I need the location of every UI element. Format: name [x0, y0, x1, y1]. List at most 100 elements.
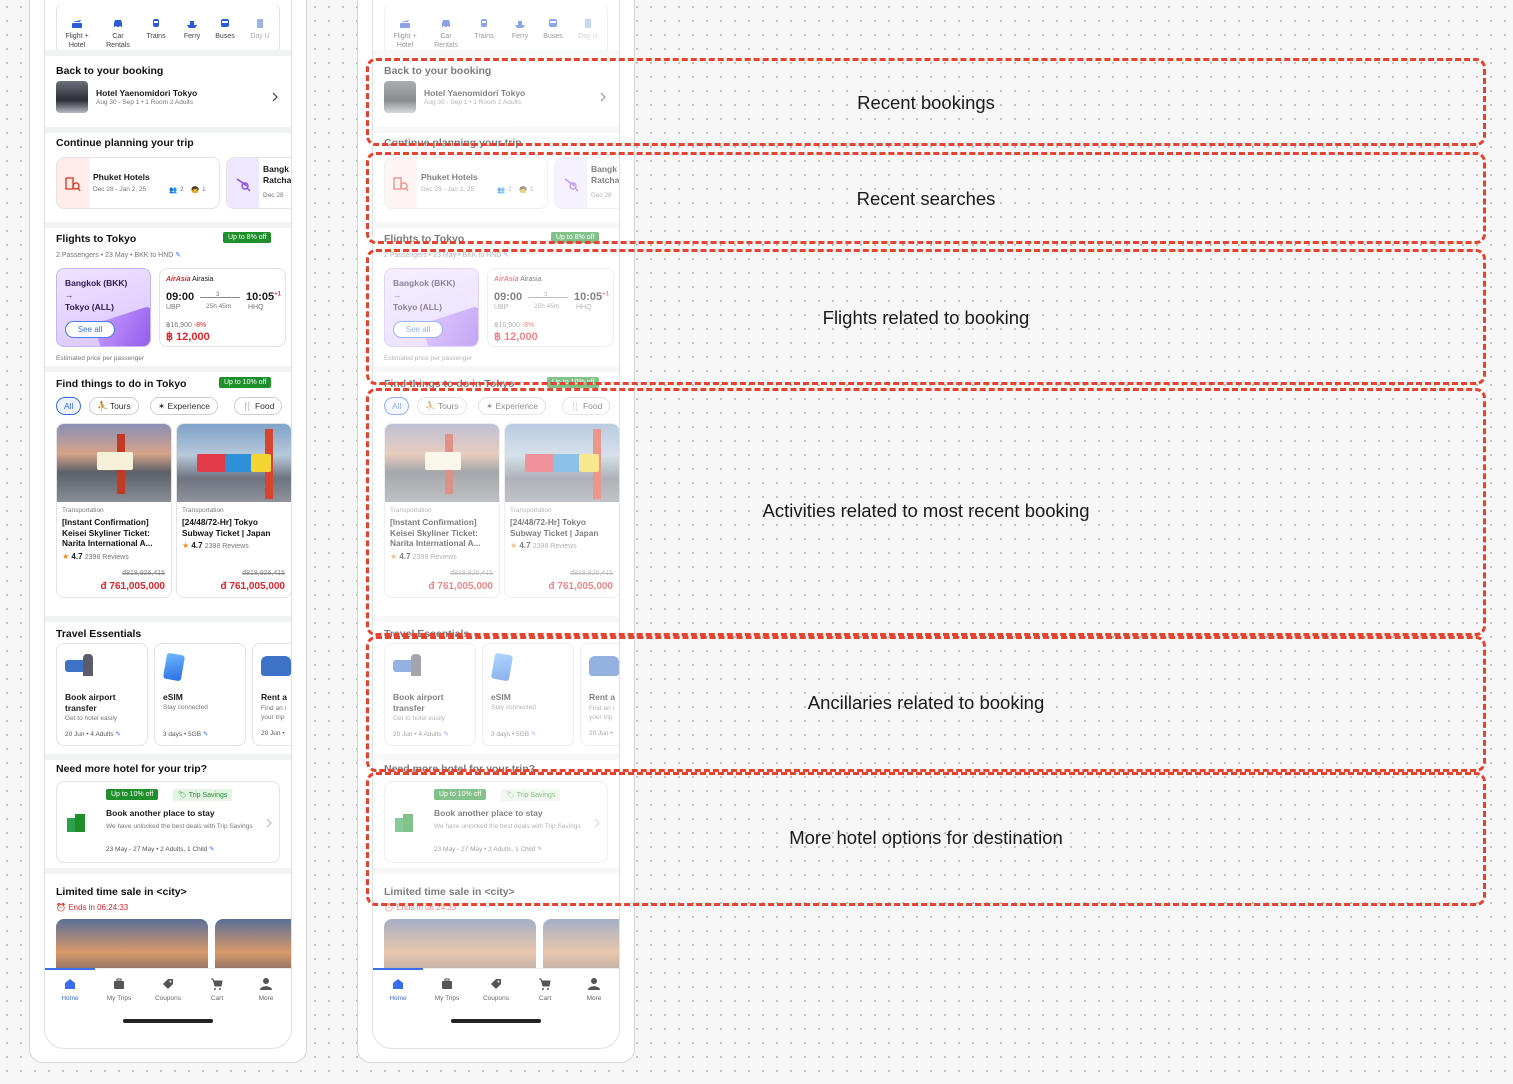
essential-card-esim[interactable]: eSIM Stay connected 3 days • 5GB ✎ [154, 643, 246, 746]
chip-food[interactable]: 🍴 Food [234, 397, 283, 415]
flight-search-icon [227, 158, 259, 208]
train-icon [481, 19, 487, 27]
annotation-label: Ancillaries related to booking [807, 692, 1045, 713]
tab-cart[interactable]: Cart [523, 977, 567, 1002]
flight-promo-card[interactable]: Bangkok (BKK) → Tokyo (ALL) See all [56, 268, 151, 347]
train-icon [153, 19, 159, 27]
category-car-rentals[interactable]: Car Rentals [427, 18, 465, 50]
old-price: đ818,926,415 [242, 570, 285, 577]
cart-icon [211, 978, 223, 990]
activity-price: đ 761,005,000 [100, 581, 166, 592]
chevron-right-icon [266, 818, 272, 828]
essential-title: Rent a [261, 692, 287, 702]
essential-card-rent-car[interactable]: Rent a Find an i your trip 20 Jun • [252, 643, 291, 746]
airline-logo-icon: AirAsia [166, 276, 191, 283]
ferry-icon [515, 21, 525, 28]
hotel-thumbnail [56, 81, 88, 113]
more-hotel-card[interactable]: Up to 10% off 🏷 Trip Savings Book anothe… [56, 781, 280, 863]
annotation-label: Activities related to most recent bookin… [762, 500, 1090, 521]
category-buses[interactable]: Buses [534, 18, 572, 41]
chip-tours[interactable]: ⛹ Tours [89, 397, 139, 415]
discount-badge: Up to 8% off [223, 232, 272, 243]
category-flight-hotel[interactable]: Flight + Hotel [386, 18, 424, 50]
tab-more[interactable]: More [244, 977, 288, 1002]
tab-home[interactable]: Home [376, 977, 420, 1002]
phone-screen: Flight + Hotel Car Rentals Trains Ferry … [44, 0, 292, 1049]
tab-cart[interactable]: Cart [195, 977, 239, 1002]
essentials-section: Travel Essentials Book airport transfer … [45, 622, 291, 755]
category-flight-hotel[interactable]: Flight + Hotel [58, 18, 96, 50]
section-title: Find things to do in Tokyo [56, 378, 187, 390]
section-title: Back to your booking [56, 65, 164, 77]
tours-icon: ⛹ [97, 401, 108, 411]
category-label: Buses [215, 33, 235, 40]
category-label: Car Rentals [106, 33, 130, 49]
annotation-label: More hotel options for destination [789, 827, 1063, 848]
activity-card[interactable]: Transportation [Instant Confirmation] Ke… [56, 423, 172, 598]
see-all-button[interactable]: See all [65, 321, 115, 338]
phone-mockup-original: Flight + Hotel Car Rentals Trains Ferry … [29, 0, 307, 1063]
category-buses[interactable]: Buses [206, 18, 244, 41]
activity-rating: ★ 4.7 2398 Reviews [182, 541, 249, 550]
home-indicator [123, 1019, 213, 1023]
ticket-shape [251, 454, 271, 472]
price-footnote: Estimated price per passenger [56, 355, 145, 362]
car-icon [442, 20, 450, 28]
search-card-phuket[interactable]: Phuket Hotels Dec 28 - Jan 2, 25 👥 2 🧒 1 [56, 157, 220, 209]
essential-card-airport-transfer[interactable]: Book airport transfer Get to hotel easil… [56, 643, 148, 746]
edit-icon: ✎ [115, 731, 121, 738]
essential-meta: 20 Jun • 4 Adults ✎ [65, 731, 121, 738]
tab-home[interactable]: Home [48, 977, 92, 1002]
coupon-icon [163, 979, 173, 989]
home-screen: Flight + Hotel Car Rentals Trains Ferry … [45, 2, 291, 1048]
arrive-code: HHQ [248, 304, 264, 311]
section-title: Limited time sale in <city> [56, 886, 187, 898]
essential-subtitle: Find an i your trip [261, 705, 286, 721]
essential-title: eSIM [163, 692, 183, 702]
essential-meta: 3 days • 5GB ✎ [163, 731, 209, 738]
recent-booking-section: Back to your booking Hotel Yaenomidori T… [45, 56, 291, 128]
activity-price: đ 761,005,000 [220, 581, 286, 592]
category-label: Trains [146, 33, 166, 40]
chip-all[interactable]: All [56, 397, 82, 415]
flights-section: Flights to Tokyo Up to 8% off 2 Passenge… [45, 228, 291, 368]
category-car-rentals[interactable]: Car Rentals [99, 18, 137, 50]
category-label: Trains [474, 33, 494, 40]
annotation-label: Recent bookings [857, 92, 995, 113]
essential-title: Book airport transfer [65, 692, 116, 713]
ferry-icon [187, 21, 197, 28]
activity-category: Transportation [62, 507, 104, 514]
recent-searches-section: Continue planning your trip Phuket Hotel… [45, 133, 291, 223]
tab-more[interactable]: More [572, 977, 616, 1002]
category-day-use[interactable]: Day U [569, 18, 607, 41]
search-card-bangkok[interactable]: Bangk Ratcha Dec 28 [226, 157, 291, 209]
tab-my-trips[interactable]: My Trips [425, 977, 469, 1002]
category-label: Flight + Hotel [65, 33, 89, 49]
depart-time: 09:00 [166, 291, 195, 303]
discount-badge: Up to 10% off [219, 377, 272, 388]
hotel-search-icon [57, 158, 89, 208]
tab-my-trips[interactable]: My Trips [97, 977, 141, 1002]
booking-details: Aug 30 - Sep 1 • 1 Room 2 Adults [96, 99, 193, 106]
tab-coupons[interactable]: Coupons [146, 977, 190, 1002]
chip-experience[interactable]: ✶ Experience [150, 397, 219, 415]
star-icon: ★ [62, 551, 70, 561]
category-trains[interactable]: Trains [465, 18, 503, 41]
home-indicator [451, 1019, 541, 1023]
guests-count: 2 [180, 186, 184, 193]
activity-card[interactable]: Transportation [24/48/72-Hr] Tokyo Subwa… [176, 423, 291, 598]
arrive-time: 10:05+1 [246, 291, 281, 303]
sale-section: Limited time sale in <city> ⏰ Ends in 06… [45, 874, 291, 979]
flight-offer-card[interactable]: AirAsia Airasia 09:00 UBP 3 25h 45m 10:0… [159, 268, 286, 347]
essential-meta: 20 Jun • [261, 730, 285, 737]
food-icon: 🍴 [242, 401, 253, 411]
more-hotel-desc: We have unlocked the best deals with Tri… [106, 823, 253, 830]
duration: 25h 45m [206, 303, 232, 310]
category-trains[interactable]: Trains [137, 18, 175, 41]
activities-section: Find things to do in Tokyo Up to 10% off… [45, 372, 291, 617]
category-label: Ferry [183, 33, 201, 40]
sale-timer: ⏰ Ends in 06:24:33 [56, 903, 129, 912]
activity-category: Transportation [182, 507, 224, 514]
tab-coupons[interactable]: Coupons [474, 977, 518, 1002]
category-day-use[interactable]: Day U [241, 18, 279, 41]
